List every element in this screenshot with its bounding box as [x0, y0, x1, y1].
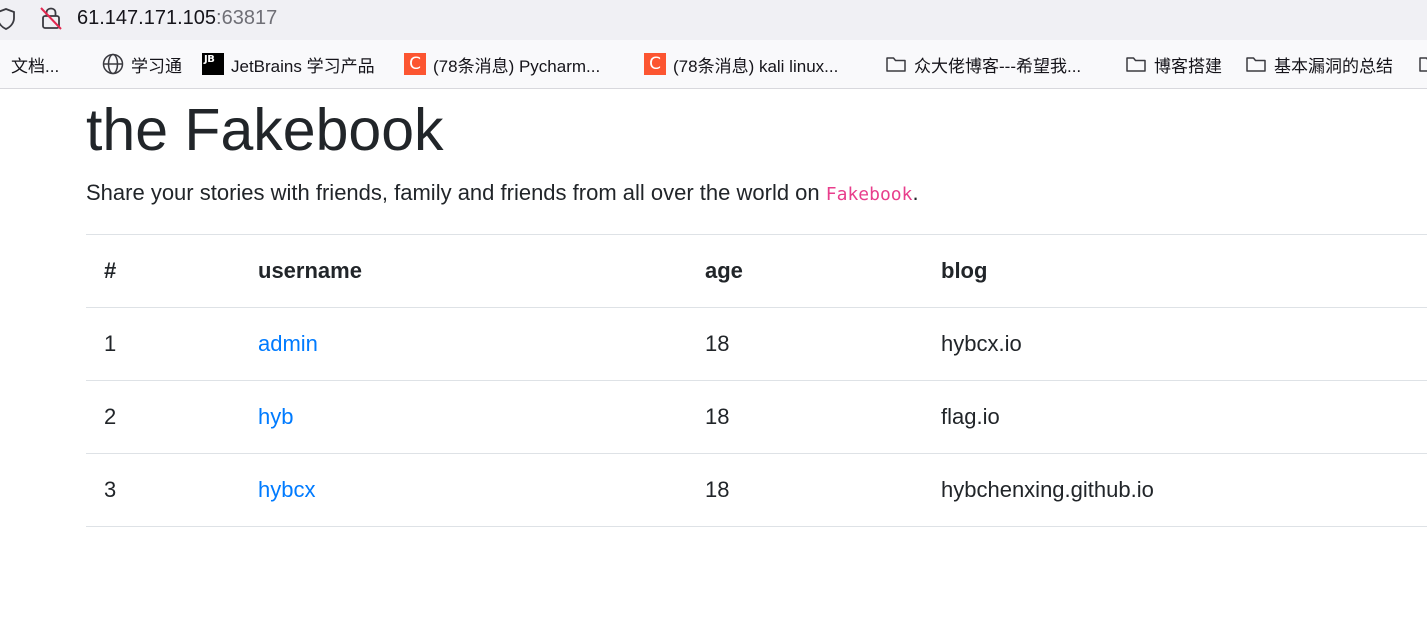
globe-icon — [102, 53, 124, 75]
url-text[interactable]: 61.147.171.105:63817 — [77, 5, 277, 31]
bookmark-label: 博客搭建 — [1154, 56, 1222, 76]
column-header-age: age — [705, 258, 743, 283]
bookmark-pycharm[interactable]: C (78条消息) Pycharm... — [404, 52, 600, 76]
folder-icon — [1246, 57, 1266, 72]
bookmark-folder-overflow[interactable] — [1418, 52, 1427, 76]
folder-icon — [886, 57, 906, 72]
lead-text: Share your stories with friends, family … — [86, 178, 919, 210]
table-header-row: # username age blog — [86, 235, 1427, 308]
username-link[interactable]: admin — [258, 331, 318, 356]
shield-icon[interactable] — [0, 7, 18, 31]
bookmark-folder-blogs[interactable]: 众大佬博客---希望我... — [885, 52, 1081, 76]
table-row: 2 hyb 18 flag.io — [86, 381, 1427, 454]
blog-cell: hybcx.io — [941, 331, 1022, 356]
username-cell: hyb — [258, 381, 293, 453]
bookmark-docs[interactable]: 、文档... — [0, 52, 59, 76]
row-number: 3 — [104, 477, 117, 502]
folder-icon — [1126, 57, 1146, 72]
bookmark-label: 、文档... — [0, 56, 60, 76]
csdn-icon: C — [404, 53, 426, 75]
username-link[interactable]: hyb — [258, 404, 293, 429]
bookmark-label: 基本漏洞的总结 — [1274, 56, 1393, 76]
bookmark-label: (78条消息) Pycharm... — [433, 56, 601, 76]
bookmark-folder-blog-setup[interactable]: 博客搭建 — [1125, 52, 1222, 76]
bookmark-kali[interactable]: C (78条消息) kali linux... — [644, 52, 838, 76]
brand-code: Fakebook — [825, 184, 913, 205]
address-bar[interactable]: 61.147.171.105:63817 — [0, 0, 1427, 40]
row-number: 1 — [104, 331, 117, 356]
row-number: 2 — [104, 404, 117, 429]
page-title: the Fakebook — [86, 97, 444, 163]
table-row: 3 hybcx 18 hybchenxing.github.io — [86, 454, 1427, 527]
age-cell: 18 — [705, 404, 730, 429]
jetbrains-icon: JB — [202, 53, 224, 75]
username-cell: hybcx — [258, 454, 315, 526]
bookmark-jetbrains[interactable]: JB JetBrains 学习产品 — [202, 52, 375, 76]
insecure-lock-icon[interactable] — [38, 5, 64, 31]
bookmark-label: JetBrains 学习产品 — [231, 56, 375, 76]
age-cell: 18 — [705, 331, 730, 356]
username-link[interactable]: hybcx — [258, 477, 315, 502]
url-host: 61.147.171.105 — [77, 7, 217, 29]
blog-cell: flag.io — [941, 404, 1000, 429]
bookmark-label: (78条消息) kali linux... — [673, 56, 839, 76]
column-header-blog: blog — [941, 258, 988, 283]
column-header-username: username — [258, 258, 362, 283]
url-port: :63817 — [216, 7, 278, 29]
bookmark-label: 学习通 — [131, 56, 182, 76]
lead-suffix: . — [912, 180, 919, 205]
column-header-number: # — [104, 258, 117, 283]
bookmarks-toolbar: 、文档... 学习通 JB JetBrains 学习产品 C (78条消息) P… — [0, 40, 1427, 89]
users-table: # username age blog 1 admin 18 hybcx.io … — [86, 235, 1427, 527]
csdn-icon: C — [644, 53, 666, 75]
bookmark-folder-vulns[interactable]: 基本漏洞的总结 — [1245, 52, 1393, 76]
folder-icon — [1419, 57, 1427, 72]
lead-prefix: Share your stories with friends, family … — [86, 180, 826, 205]
bookmark-label: 众大佬博客---希望我... — [914, 56, 1082, 76]
username-cell: admin — [258, 308, 318, 380]
age-cell: 18 — [705, 477, 730, 502]
bookmark-xuexitong[interactable]: 学习通 — [102, 52, 182, 76]
blog-cell: hybchenxing.github.io — [941, 477, 1154, 502]
table-row: 1 admin 18 hybcx.io — [86, 308, 1427, 381]
